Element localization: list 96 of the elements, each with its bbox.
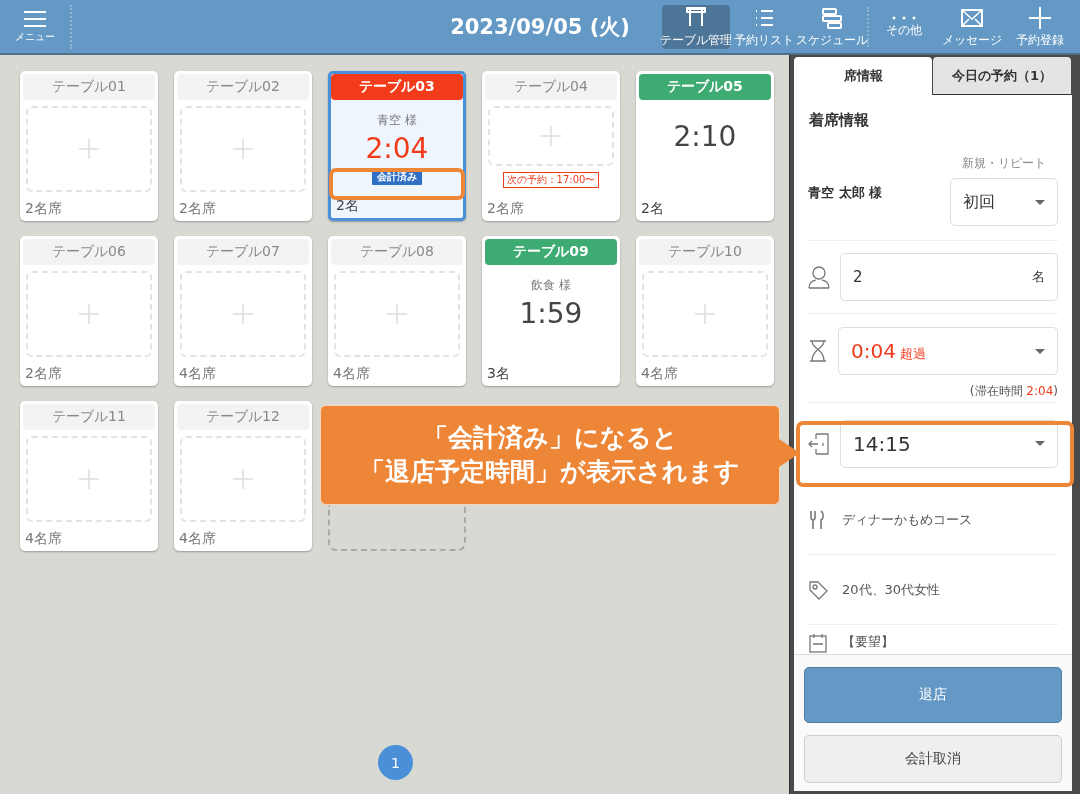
guest-count: 2名 — [336, 197, 359, 215]
guest-count: 2名 — [641, 200, 664, 218]
seat-count: 4名席 — [179, 530, 216, 548]
seat-count: 4名席 — [179, 365, 216, 383]
table-card[interactable]: テーブル01 2名席 — [20, 71, 158, 221]
plus-icon — [233, 139, 253, 159]
table-name: テーブル03 — [331, 74, 463, 100]
plus-icon — [541, 126, 561, 146]
toolbar-button[interactable]: テーブル管理 — [662, 4, 730, 49]
table-name: テーブル04 — [485, 74, 617, 100]
plus-icon — [79, 304, 99, 324]
visit-type-select[interactable]: 初回 — [950, 178, 1058, 226]
toolbar-button[interactable]: 予約登録 — [1006, 4, 1074, 49]
empty-seat-slot[interactable] — [642, 271, 768, 357]
customer-tags: 20代、30代女性 — [842, 580, 941, 599]
next-reservation-label: 次の予約：17:00〜 — [502, 172, 600, 188]
toolbar-button[interactable]: メッセージ — [938, 4, 1006, 49]
table-card[interactable]: テーブル05 2:10 2名 — [636, 71, 774, 221]
tag-icon — [808, 579, 828, 600]
seat-count: 2名席 — [25, 200, 62, 218]
callout-text: 「会計済み」になると 「退店予定時間」が表示されます — [360, 422, 740, 488]
toolbar-button[interactable]: その他 — [870, 4, 938, 49]
table-name: テーブル02 — [177, 74, 309, 100]
section-title: 着席情報 — [808, 110, 870, 131]
menu-icon — [23, 9, 47, 28]
stay-time-text: (滞在時間 2:04) — [968, 383, 1058, 400]
cancel-payment-button[interactable]: 会計取消 — [804, 735, 1062, 783]
schedule-icon — [820, 5, 844, 30]
panel-tab[interactable]: 席情報 — [794, 57, 932, 95]
table-name: テーブル01 — [23, 74, 155, 100]
seat-count: 4名席 — [641, 365, 678, 383]
table-card[interactable]: テーブル06 2名席 — [20, 236, 158, 386]
plus-icon — [79, 139, 99, 159]
table-card[interactable]: テーブル11 4名席 — [20, 401, 158, 551]
table-card[interactable]: テーブル03 青空 様 2:04 会計済み 2名 — [328, 71, 466, 221]
empty-seat-slot[interactable] — [26, 436, 152, 522]
page-button[interactable]: 1 — [378, 745, 413, 780]
guest-name: 青空 様 — [377, 112, 417, 128]
table-name: テーブル09 — [485, 239, 617, 265]
field-label: 新規・リピート — [962, 155, 1046, 172]
elapsed-time: 2:04 — [365, 132, 429, 165]
empty-seat-slot[interactable] — [180, 436, 306, 522]
elapsed-time-select[interactable]: 0:04 超過 — [838, 327, 1058, 375]
more-icon — [892, 15, 916, 20]
empty-seat-slot[interactable] — [26, 271, 152, 357]
menu-button[interactable]: メニュー — [0, 1, 70, 52]
panel-tab[interactable]: 今日の予約（1） — [933, 57, 1071, 95]
seat-count: 4名席 — [25, 530, 62, 548]
elapsed-time: 2:10 — [673, 120, 737, 153]
table-name: テーブル07 — [177, 239, 309, 265]
elapsed-time: 1:59 — [519, 297, 583, 330]
door-exit-icon — [808, 431, 830, 456]
seat-count: 2名席 — [487, 200, 524, 218]
table-name: テーブル11 — [23, 404, 155, 430]
empty-seat-slot[interactable] — [26, 106, 152, 192]
plus-icon — [233, 469, 253, 489]
empty-seat-slot[interactable] — [180, 106, 306, 192]
toolbar-button[interactable]: スケジュール — [798, 4, 866, 49]
request-note: 【要望】 — [842, 633, 894, 651]
plus-icon — [1028, 5, 1052, 30]
person-icon — [808, 265, 830, 289]
guest-name: 飲食 様 — [531, 277, 571, 293]
hourglass-icon — [808, 339, 828, 363]
calendar-icon — [808, 633, 828, 653]
table-name: テーブル12 — [177, 404, 309, 430]
customer-name: 青空 太郎 様 — [808, 183, 883, 202]
empty-seat-slot[interactable] — [334, 271, 460, 357]
plus-icon — [79, 469, 99, 489]
table-card[interactable]: テーブル04 次の予約：17:00〜 2名席 — [482, 71, 620, 221]
course-name: ディナーかもめコース — [842, 510, 972, 529]
table-name: テーブル06 — [23, 239, 155, 265]
date-title: 2023/09/05 (火) — [450, 13, 630, 41]
seat-count: 2名席 — [25, 365, 62, 383]
exit-time-select[interactable]: 14:15 — [840, 419, 1058, 468]
plus-icon — [233, 304, 253, 324]
table-card[interactable]: テーブル02 2名席 — [174, 71, 312, 221]
empty-seat-slot[interactable] — [488, 106, 614, 166]
caret-icon — [1035, 348, 1045, 354]
plus-icon — [387, 304, 407, 324]
table-card[interactable]: テーブル08 4名席 — [328, 236, 466, 386]
caret-icon — [1035, 441, 1045, 446]
plus-icon — [695, 304, 715, 324]
table-card[interactable]: テーブル07 4名席 — [174, 236, 312, 386]
table-card[interactable]: テーブル12 4名席 — [174, 401, 312, 551]
leave-button[interactable]: 退店 — [804, 667, 1062, 723]
guest-count-field[interactable]: 2 名 — [840, 253, 1058, 301]
table-card[interactable]: テーブル10 4名席 — [636, 236, 774, 386]
table-name: テーブル10 — [639, 239, 771, 265]
guest-count: 3名 — [487, 365, 510, 383]
empty-seat-slot[interactable] — [180, 271, 306, 357]
seat-count: 4名席 — [333, 365, 370, 383]
caret-icon — [1035, 199, 1045, 205]
seat-count: 2名席 — [179, 200, 216, 218]
table-name: テーブル08 — [331, 239, 463, 265]
table-name: テーブル05 — [639, 74, 771, 100]
table-card[interactable]: テーブル09 飲食 様 1:59 3名 — [482, 236, 620, 386]
